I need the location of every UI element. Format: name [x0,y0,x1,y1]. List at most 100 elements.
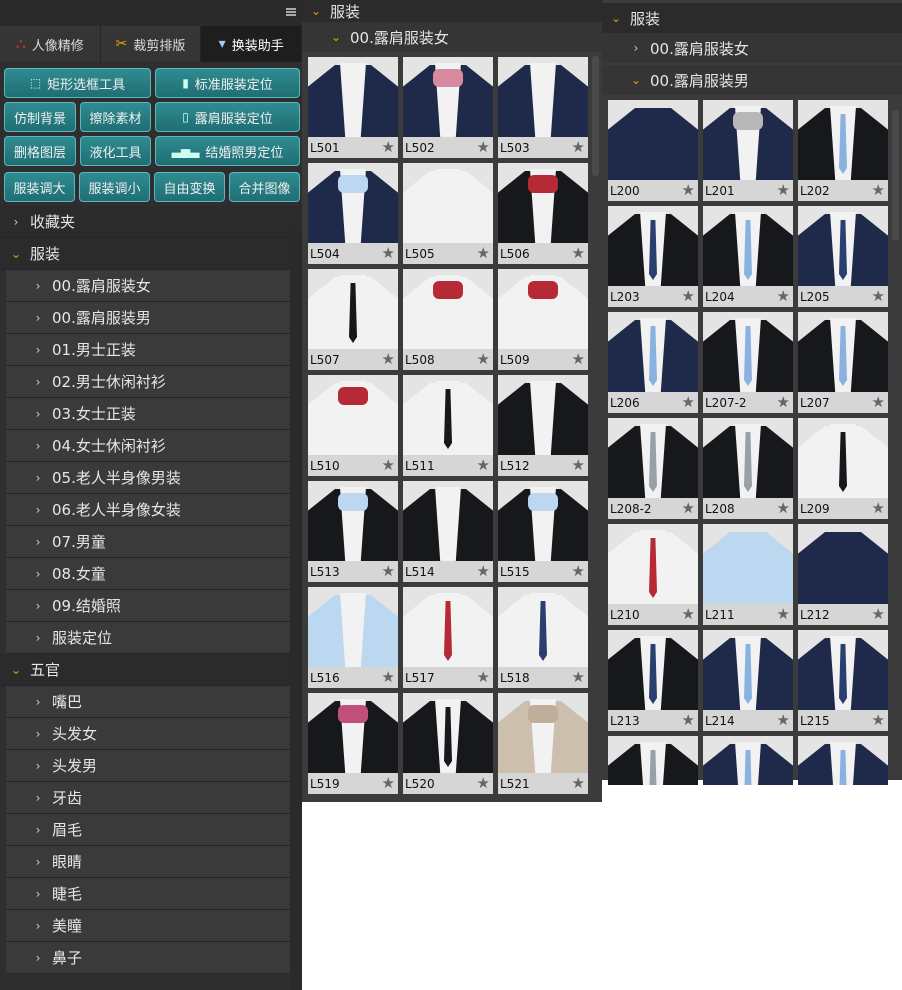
favorite-star-icon[interactable]: ★ [572,244,585,262]
favorite-star-icon[interactable]: ★ [777,287,790,305]
favorite-star-icon[interactable]: ★ [682,499,695,517]
tree-item[interactable]: › 嘴巴 [6,686,290,718]
favorite-star-icon[interactable]: ★ [682,181,695,199]
favorite-star-icon[interactable]: ★ [777,393,790,411]
outfit-thumbnail[interactable]: L513 ★ [308,481,398,582]
tab-crop-layout[interactable]: ✂ 裁剪排版 [101,26,202,62]
outfit-shrink-button[interactable]: 服装调小 [79,172,150,202]
outfit-thumbnail[interactable]: L214 ★ [703,630,793,731]
grid-scrollbar[interactable] [892,110,899,240]
outfit-thumbnail[interactable]: L200 ★ [608,100,698,201]
favorite-star-icon[interactable]: ★ [382,456,395,474]
favorite-star-icon[interactable]: ★ [382,774,395,792]
panel-menu-icon[interactable] [286,8,296,16]
outfit-thumbnail[interactable]: L501 ★ [308,57,398,158]
outfit-thumbnail[interactable]: L201 ★ [703,100,793,201]
tree-item[interactable]: › 01.男士正装 [6,334,290,366]
outfit-thumbnail[interactable]: L509 ★ [498,269,588,370]
tree-category[interactable]: ⌄ 五官 [0,654,302,686]
merge-image-button[interactable]: 合并图像 [229,172,300,202]
favorite-star-icon[interactable]: ★ [872,499,885,517]
outfit-thumbnail[interactable]: ★ [608,736,698,785]
favorite-star-icon[interactable]: ★ [477,774,490,792]
subcategory-header[interactable]: ⌄ 00.露肩服装男 [602,65,902,95]
tree-item[interactable]: › 服装定位 [6,622,290,654]
outfit-thumbnail[interactable]: L208 ★ [703,418,793,519]
outfit-thumbnail[interactable]: L211 ★ [703,524,793,625]
outfit-thumbnail[interactable]: L212 ★ [798,524,888,625]
favorite-star-icon[interactable]: ★ [477,138,490,156]
tree-item[interactable]: › 00.露肩服装女 [6,270,290,302]
outfit-thumbnail[interactable]: L521 ★ [498,693,588,794]
favorite-star-icon[interactable]: ★ [572,138,585,156]
tree-item[interactable]: › 09.结婚照 [6,590,290,622]
tab-portrait-retouch[interactable]: ⛬ 人像精修 [0,26,101,62]
favorite-star-icon[interactable]: ★ [872,605,885,623]
clone-background-button[interactable]: 仿制背景 [4,102,76,132]
outfit-enlarge-button[interactable]: 服装调大 [4,172,75,202]
outfit-thumbnail[interactable]: L515 ★ [498,481,588,582]
outfit-thumbnail[interactable]: L209 ★ [798,418,888,519]
tab-outfit-assistant[interactable]: ▾ 换装助手 [201,26,303,62]
outfit-thumbnail[interactable]: L511 ★ [403,375,493,476]
outfit-thumbnail[interactable]: ★ [703,736,793,785]
favorite-star-icon[interactable]: ★ [477,350,490,368]
outfit-thumbnail[interactable]: L208-2 ★ [608,418,698,519]
tree-item[interactable]: › 06.老人半身像女装 [6,494,290,526]
off-shoulder-position-button[interactable]: ▯ 露肩服装定位 [155,102,300,132]
outfit-thumbnail[interactable]: L205 ★ [798,206,888,307]
favorite-star-icon[interactable]: ★ [777,499,790,517]
favorite-star-icon[interactable]: ★ [572,774,585,792]
outfit-thumbnail[interactable]: L503 ★ [498,57,588,158]
favorite-star-icon[interactable]: ★ [777,605,790,623]
outfit-thumbnail[interactable]: L210 ★ [608,524,698,625]
outfit-thumbnail[interactable]: L514 ★ [403,481,493,582]
outfit-thumbnail[interactable]: ★ [798,736,888,785]
tree-item[interactable]: › 08.女童 [6,558,290,590]
favorite-star-icon[interactable]: ★ [477,456,490,474]
outfit-thumbnail[interactable]: L215 ★ [798,630,888,731]
favorite-star-icon[interactable]: ★ [682,605,695,623]
outfit-thumbnail[interactable]: L512 ★ [498,375,588,476]
marquee-tool-button[interactable]: ⬚ 矩形选框工具 [4,68,151,98]
outfit-thumbnail[interactable]: L207-2 ★ [703,312,793,413]
favorite-star-icon[interactable]: ★ [872,287,885,305]
tree-item[interactable]: › 头发女 [6,718,290,750]
favorite-star-icon[interactable]: ★ [572,562,585,580]
favorite-star-icon[interactable]: ★ [477,244,490,262]
liquify-tool-button[interactable]: 液化工具 [80,136,151,166]
tree-scrollbar[interactable] [290,226,302,990]
wedding-male-position-button[interactable]: ▃▅▃ 结婚照男定位 [155,136,300,166]
favorite-star-icon[interactable]: ★ [682,287,695,305]
outfit-thumbnail[interactable]: L203 ★ [608,206,698,307]
favorite-star-icon[interactable]: ★ [872,393,885,411]
outfit-thumbnail[interactable]: L508 ★ [403,269,493,370]
subcategory-header[interactable]: ⌄ 00.露肩服装女 [302,22,602,52]
tree-item[interactable]: › 睫毛 [6,878,290,910]
outfit-thumbnail[interactable]: L506 ★ [498,163,588,264]
favorite-star-icon[interactable]: ★ [477,562,490,580]
tree-item[interactable]: › 07.男童 [6,526,290,558]
outfit-thumbnail[interactable]: L517 ★ [403,587,493,688]
tree-category[interactable]: › 收藏夹 [0,206,302,238]
outfit-thumbnail[interactable]: L213 ★ [608,630,698,731]
collapsed-subcategory[interactable]: › 00.露肩服装女 [602,33,902,63]
outfit-thumbnail[interactable]: L516 ★ [308,587,398,688]
outfit-thumbnail[interactable]: L520 ★ [403,693,493,794]
tree-item[interactable]: › 眼睛 [6,846,290,878]
favorite-star-icon[interactable]: ★ [777,181,790,199]
outfit-thumbnail[interactable]: L207 ★ [798,312,888,413]
tree-item[interactable]: › 美瞳 [6,910,290,942]
favorite-star-icon[interactable]: ★ [382,562,395,580]
favorite-star-icon[interactable]: ★ [682,711,695,729]
favorite-star-icon[interactable]: ★ [382,138,395,156]
favorite-star-icon[interactable]: ★ [777,711,790,729]
favorite-star-icon[interactable]: ★ [572,456,585,474]
grid-scrollbar[interactable] [592,56,599,176]
favorite-star-icon[interactable]: ★ [382,350,395,368]
category-header[interactable]: ⌄ 服装 [602,3,902,33]
category-header[interactable]: ⌄ 服装 [302,0,602,22]
tree-item[interactable]: › 03.女士正装 [6,398,290,430]
erase-material-button[interactable]: 擦除素材 [80,102,151,132]
favorite-star-icon[interactable]: ★ [572,350,585,368]
